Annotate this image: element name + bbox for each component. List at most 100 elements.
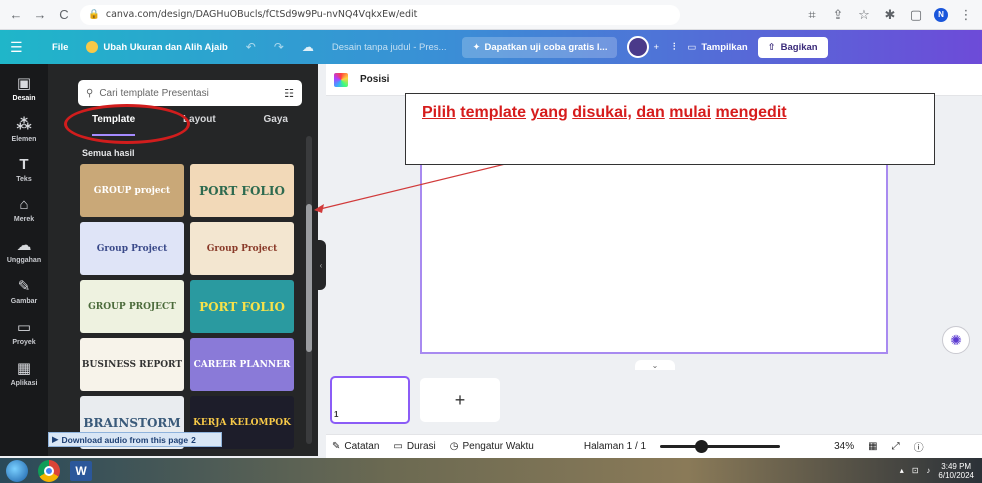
template-thumbnail[interactable]: BUSINESS REPORT	[80, 338, 184, 391]
sidebar-item-label: Aplikasi	[10, 380, 38, 387]
reload-icon[interactable]: C	[56, 7, 72, 23]
profile-avatar[interactable]: N	[934, 7, 948, 22]
tray-arrow-icon[interactable]: ▴	[900, 466, 904, 475]
add-page-button[interactable]: +	[420, 378, 500, 422]
windows-taskbar: W ▴ ⊡ ♪ 3:49 PM 6/10/2024	[0, 458, 982, 483]
hamburger-menu-icon[interactable]: ☰	[10, 39, 30, 56]
clock[interactable]: 3:49 PM 6/10/2024	[938, 462, 974, 480]
kebab-menu-icon[interactable]: ⋮	[958, 7, 974, 23]
address-bar[interactable]: 🔒 canva.com/design/DAGHuOBucls/fCtSd9w9P…	[80, 4, 680, 25]
template-thumbnail-title: CAREER PLANNER	[193, 359, 291, 370]
color-picker-icon[interactable]	[334, 72, 348, 87]
sidebar-item-aplikasi[interactable]: ▦ Aplikasi	[0, 359, 48, 387]
share-page-icon[interactable]: ⇪	[830, 7, 846, 23]
timer-button[interactable]: ◷ Pengatur Waktu	[450, 441, 534, 452]
page-thumbnail[interactable]	[330, 376, 410, 424]
chrome-icon[interactable]	[38, 459, 60, 482]
page-info[interactable]: Halaman 1 / 1	[584, 441, 646, 452]
template-thumbnail[interactable]: Group Project	[190, 222, 294, 275]
user-avatar[interactable]	[627, 36, 650, 58]
grid-view-icon[interactable]: ▦	[868, 441, 877, 452]
cloud-saved-icon[interactable]: ☁	[302, 40, 314, 54]
template-thumbnail-title: GROUP project	[93, 185, 171, 196]
back-arrow-icon[interactable]: ←	[8, 7, 24, 23]
template-thumbnail[interactable]: GROUP project	[80, 164, 184, 217]
search-icon: ⚲	[86, 87, 94, 99]
zoom-slider-handle[interactable]	[694, 440, 708, 453]
template-thumbnail[interactable]: CAREER PLANNER	[190, 338, 294, 391]
zoom-slider[interactable]	[660, 440, 781, 453]
forward-arrow-icon[interactable]: →	[32, 7, 48, 23]
template-search[interactable]: ⚲ Cari template Presentasi ☷	[78, 80, 302, 106]
callout-word: Pilih	[422, 104, 456, 121]
collaborators[interactable]: +	[627, 36, 659, 58]
sidebar-item-unggahan[interactable]: ☁ Unggahan	[0, 236, 48, 264]
template-grid: GROUP project PORT FOLIO Group Project Grou…	[80, 164, 298, 449]
add-collaborator-icon[interactable]: +	[653, 42, 659, 53]
filter-icon[interactable]: ☷	[284, 87, 294, 100]
instruction-callout: Pilih template yang disukai, dan mulai m…	[405, 93, 935, 165]
free-trial-button[interactable]: ✦ Dapatkan uji coba gratis l...	[462, 36, 618, 58]
undo-icon[interactable]: ↶	[246, 40, 256, 54]
volume-icon[interactable]: ♪	[926, 466, 930, 475]
download-count: 2	[191, 434, 196, 445]
share-button[interactable]: ⇧ Bagikan	[757, 36, 828, 58]
status-bar: ✎ Catatan ▭ Durasi ◷ Pengatur Waktu Halaman…	[326, 434, 982, 458]
crown-icon	[86, 41, 99, 53]
present-button[interactable]: ▭ Tampilkan	[687, 42, 747, 53]
word-icon[interactable]: W	[70, 460, 92, 481]
sidebar-item-label: Proyek	[12, 339, 36, 346]
sidebar-item-merek[interactable]: ⌂ Merek	[0, 196, 48, 223]
template-thumbnail[interactable]: Group Project	[80, 222, 184, 275]
file-menu[interactable]: File	[52, 42, 68, 53]
magic-assistant-button[interactable]: ✺	[942, 326, 970, 354]
sparkle-icon: ✦	[472, 41, 481, 53]
template-thumbnail[interactable]: GROUP PROJECT	[80, 280, 184, 333]
translate-icon[interactable]: ⌗	[804, 7, 820, 23]
template-thumbnail-title: KERJA KELOMPOK	[193, 417, 291, 428]
tab-gaya[interactable]: Gaya	[264, 114, 288, 136]
callout-word: disukai,	[572, 104, 632, 121]
sidebar-item-desain[interactable]: ▣ Desain	[0, 74, 48, 102]
sidebar-item-gambar[interactable]: ✎ Gambar	[0, 277, 48, 305]
sidebar-item-label: Unggahan	[6, 257, 42, 264]
download-audio-bar[interactable]: ▶ Download audio from this page 2	[48, 432, 222, 447]
fullscreen-icon[interactable]: ⤢	[892, 441, 900, 452]
notes-icon: ✎	[332, 441, 341, 452]
extensions-icon[interactable]: ✱	[882, 7, 898, 23]
template-thumbnail[interactable]: PORT FOLIO	[190, 164, 294, 217]
sidebar-item-teks[interactable]: T Teks	[0, 156, 48, 183]
bookmark-star-icon[interactable]: ☆	[856, 7, 872, 23]
trial-label: Dapatkan uji coba gratis l...	[484, 41, 608, 53]
notes-button[interactable]: ✎ Catatan	[332, 441, 379, 452]
insights-icon[interactable]: ⫶	[673, 42, 675, 53]
sidebar-item-elemen[interactable]: ⁂ Elemen	[0, 115, 48, 143]
play-icon: ▶	[52, 434, 59, 444]
duration-button[interactable]: ▭ Durasi	[393, 441, 435, 452]
sidebar-rail: ▣ Desain ⁂ Elemen T Teks ⌂ Merek ☁ Unggahan ✎…	[0, 64, 48, 456]
sidepanel-icon[interactable]: ▢	[908, 7, 924, 23]
resize-label: Ubah Ukuran dan Alih Ajaib	[103, 41, 228, 53]
browser-actions: ⌗ ⇪ ☆ ✱ ▢ N ⋮	[804, 7, 974, 23]
timer-label: Pengatur Waktu	[462, 441, 534, 452]
network-icon[interactable]: ⊡	[912, 466, 919, 475]
start-button[interactable]	[6, 459, 28, 482]
sidebar-item-proyek[interactable]: ▭ Proyek	[0, 318, 48, 346]
sidebar-item-label: Gambar	[10, 298, 38, 305]
help-icon[interactable]: ⓘ	[914, 439, 924, 454]
clock-time: 3:49 PM	[941, 461, 972, 471]
collapse-panel-handle[interactable]: ‹	[316, 240, 326, 290]
position-button[interactable]: Posisi	[360, 74, 389, 85]
template-thumbnail-title: PORT FOLIO	[199, 183, 285, 198]
text-icon: T	[19, 156, 29, 173]
resize-magic-button[interactable]: Ubah Ukuran dan Alih Ajaib	[86, 41, 228, 53]
search-input[interactable]: Cari template Presentasi	[99, 88, 209, 99]
document-title[interactable]: Desain tanpa judul - Pres...	[332, 42, 447, 53]
panel-scrollbar-thumb[interactable]	[306, 204, 312, 352]
zoom-level[interactable]: 34%	[834, 441, 854, 452]
template-thumbnail[interactable]: PORT FOLIO	[190, 280, 294, 333]
redo-icon[interactable]: ↷	[274, 40, 284, 54]
template-thumbnail-title: BRAINSTORM	[83, 415, 181, 430]
upload-icon: ☁	[16, 237, 32, 254]
draw-icon: ✎	[17, 278, 31, 295]
